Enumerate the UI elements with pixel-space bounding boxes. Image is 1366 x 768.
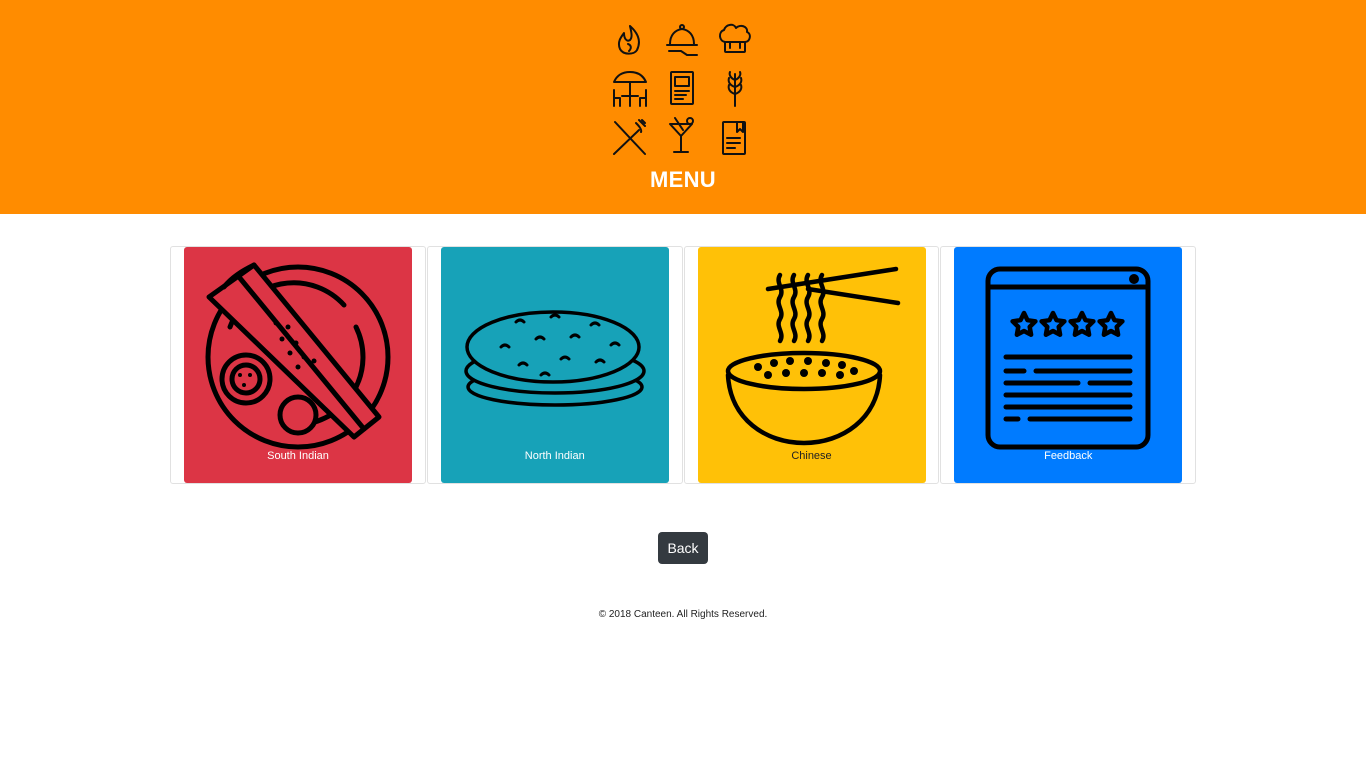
south-indian-card[interactable]: South Indian (184, 247, 412, 483)
menu-cards: South Indian North Indian Chinese Feedba… (170, 246, 1196, 484)
card-frame: Feedback (940, 246, 1196, 484)
card-label: Feedback (1044, 450, 1093, 462)
chef-hat-icon (719, 23, 751, 53)
outdoor-table-icon (613, 71, 647, 107)
back-button[interactable]: Back (658, 532, 708, 564)
dosa-plate-icon (205, 262, 391, 450)
flame-icon (617, 25, 640, 55)
fork-knife-icon (613, 119, 646, 155)
noodle-bowl-icon (725, 266, 900, 446)
restaurant-logo (613, 23, 751, 155)
roti-stack-icon (464, 310, 646, 407)
copyright-footer: © 2018 Canteen. All Rights Reserved. (598, 609, 768, 620)
card-frame: South Indian (170, 246, 426, 484)
feedback-rating-icon (985, 266, 1151, 450)
card-frame: North Indian (426, 246, 683, 484)
page-title: MENU (650, 167, 716, 192)
card-label: North Indian (524, 450, 585, 462)
wheat-icon (727, 71, 743, 107)
card-frame: Chinese (683, 246, 940, 484)
chinese-card[interactable]: Chinese (697, 247, 926, 483)
menu-card-icon (670, 71, 694, 105)
feedback-card[interactable]: Feedback (954, 247, 1183, 483)
card-label: South Indian (267, 450, 329, 462)
card-label: Chinese (791, 450, 832, 462)
north-indian-card[interactable]: North Indian (440, 247, 669, 483)
header-banner: MENU (0, 0, 1366, 214)
recipe-book-icon (722, 121, 746, 155)
serving-cloche-icon (666, 24, 698, 56)
cocktail-icon (669, 117, 694, 153)
